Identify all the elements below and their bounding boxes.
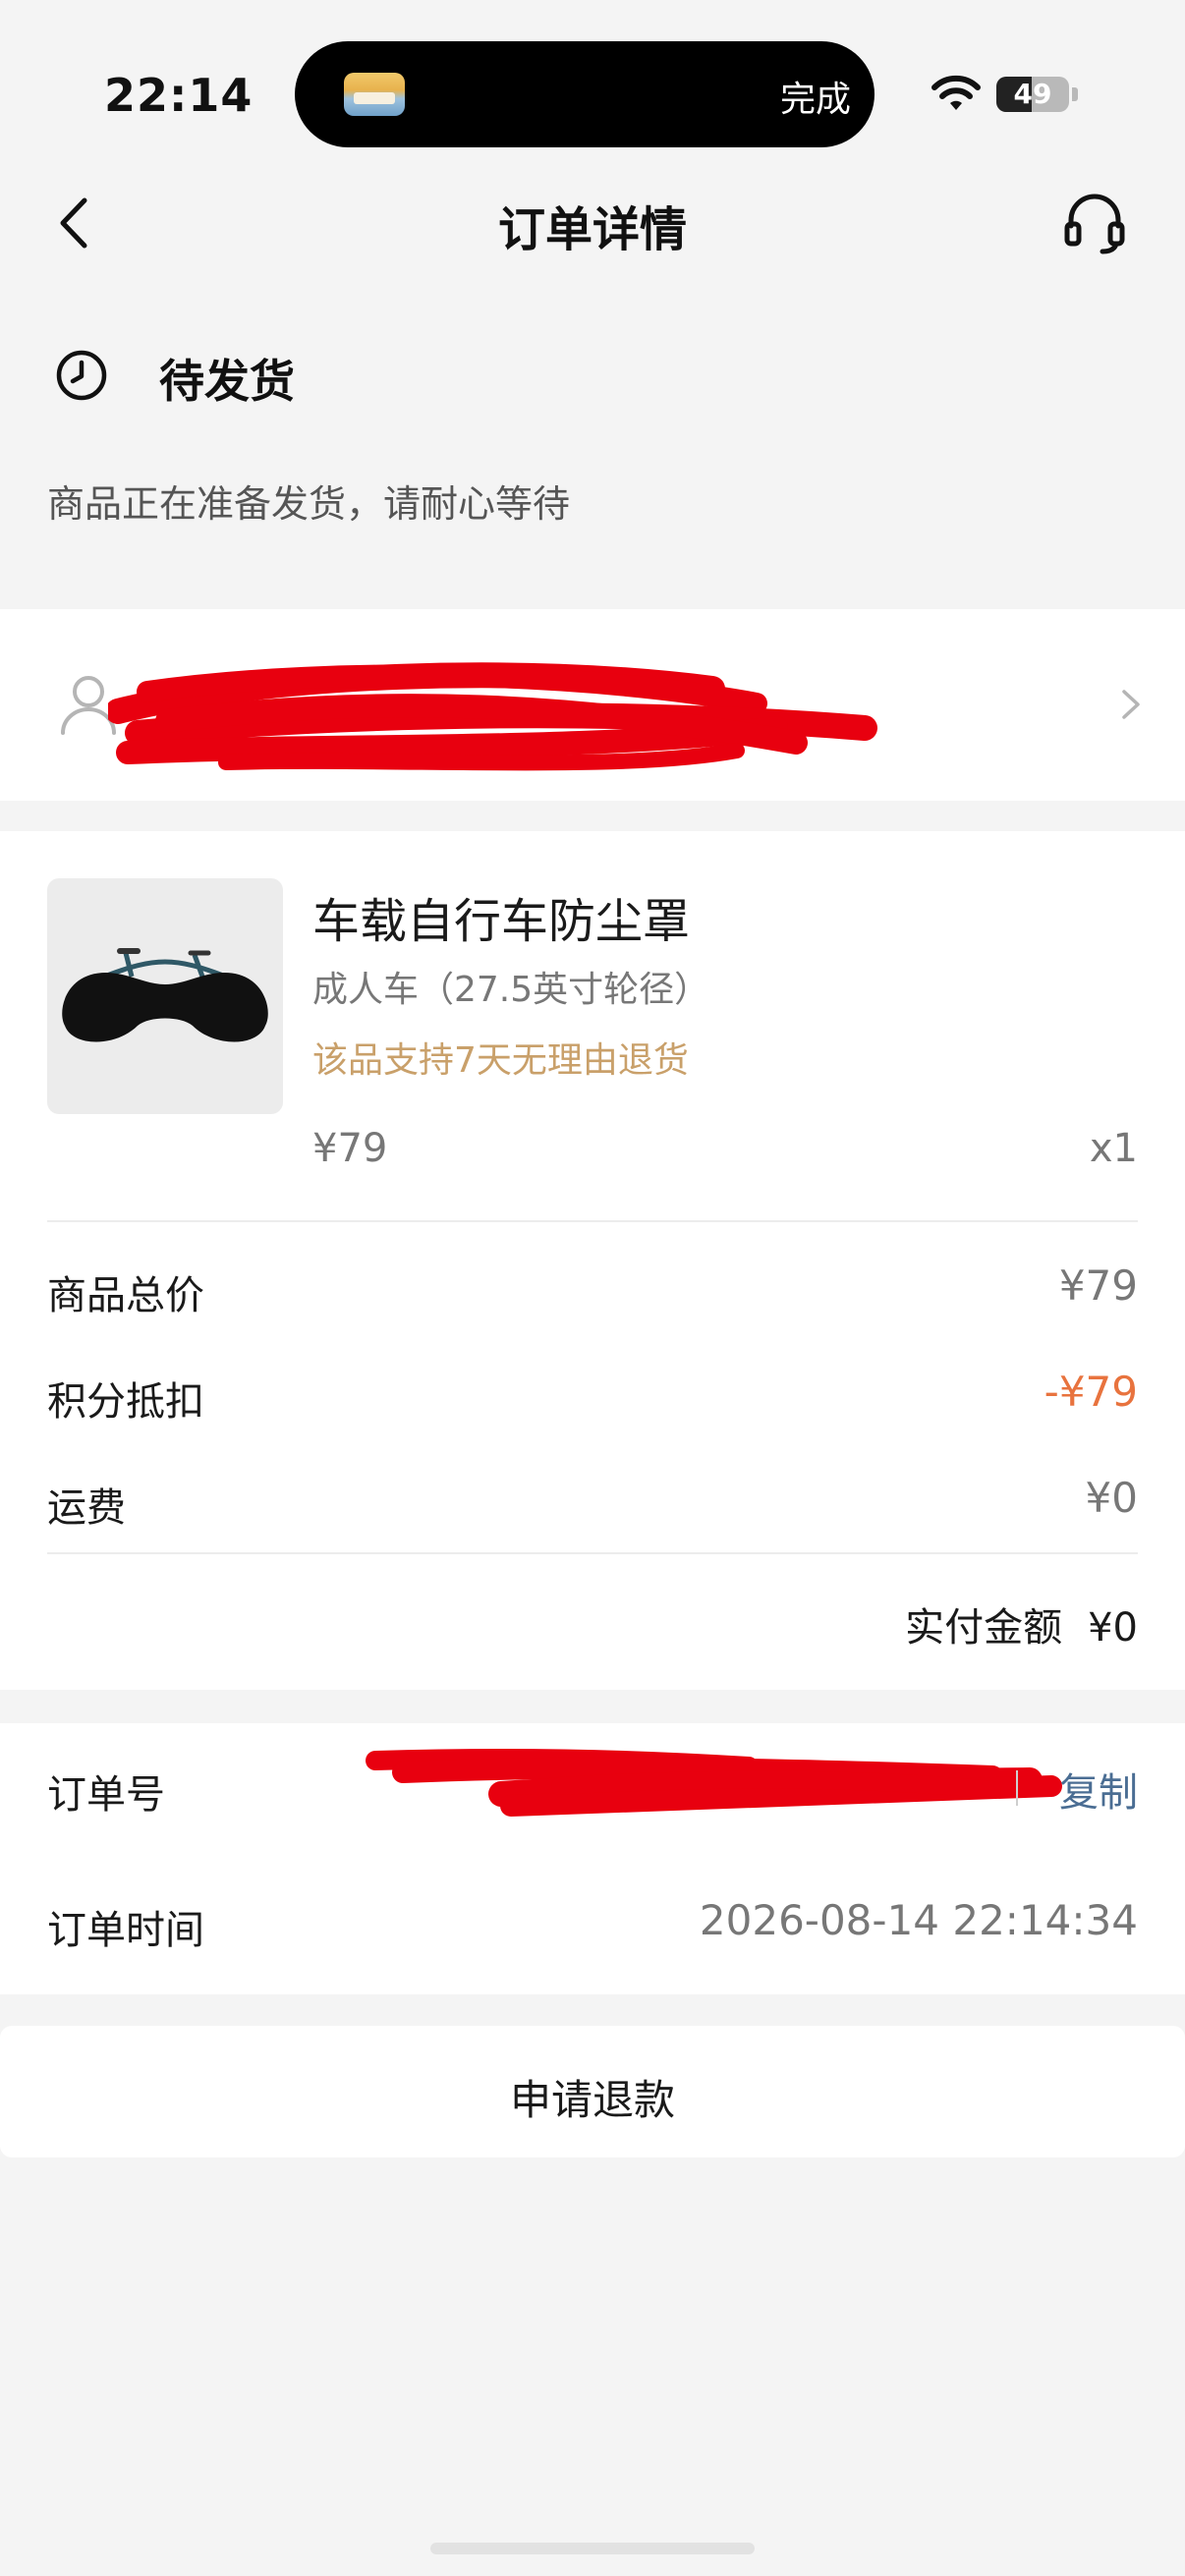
- points-deduction-value: -¥79: [1044, 1368, 1138, 1416]
- address-card[interactable]: [0, 609, 1185, 801]
- battery-cap: [1072, 87, 1078, 101]
- refund-button[interactable]: 申请退款: [0, 2026, 1185, 2157]
- bike-cover-icon: [62, 948, 268, 1042]
- separator: [1016, 1770, 1018, 1806]
- amount-paid-label: 实付金额: [905, 1605, 1063, 1651]
- subtotal-value: ¥79: [1058, 1261, 1138, 1310]
- order-time-value: 2026-08-14 22:14:34: [699, 1896, 1138, 1944]
- page-title: 订单详情: [497, 202, 687, 257]
- copy-button[interactable]: 复制: [1059, 1761, 1138, 1818]
- divider: [47, 1552, 1138, 1554]
- order-number-label: 订单号: [47, 1772, 165, 1818]
- order-status-title: 待发货: [159, 355, 295, 408]
- redaction-scribble: [108, 662, 877, 771]
- return-policy: 该品支持7天无理由退货: [312, 1040, 689, 1081]
- points-deduction-label: 积分抵扣: [47, 1379, 204, 1425]
- product-card: 车载自行车防尘罩 成人车（27.5英寸轮径） 该品支持7天无理由退货 ¥79 x…: [0, 831, 1185, 1690]
- clock-icon: [56, 350, 107, 401]
- status-time: 22:14: [104, 69, 254, 122]
- order-info-card: 订单号 复制 订单时间 2026-08-14 22:14:34: [0, 1723, 1185, 1994]
- home-indicator[interactable]: [430, 2543, 755, 2554]
- product-price: ¥79: [312, 1126, 388, 1171]
- refund-button-label: 申请退款: [509, 2076, 675, 2124]
- battery-icon: 49: [996, 77, 1069, 112]
- island-done-label[interactable]: 完成: [780, 71, 851, 122]
- battery-percent: 49: [1013, 78, 1052, 110]
- chevron-right-icon: [1122, 690, 1140, 719]
- divider: [47, 1220, 1138, 1222]
- product-quantity: x1: [1089, 1126, 1138, 1171]
- product-spec: 成人车（27.5英寸轮径）: [312, 970, 710, 1010]
- app-thumbnail-icon: [344, 73, 405, 116]
- amount-paid-value: ¥0: [1088, 1605, 1138, 1651]
- nav-bar: 订单详情: [0, 167, 1185, 285]
- wifi-icon: [931, 75, 981, 110]
- dynamic-island[interactable]: 完成: [295, 41, 875, 147]
- shipping-label: 运费: [47, 1485, 126, 1531]
- order-status-description: 商品正在准备发货，请耐心等待: [47, 482, 571, 526]
- product-image[interactable]: [47, 878, 283, 1114]
- amount-paid: 实付金额 ¥0: [905, 1596, 1138, 1652]
- headset-icon[interactable]: [1059, 187, 1130, 257]
- status-bar: 22:14 完成 49: [0, 0, 1185, 167]
- subtotal-label: 商品总价: [47, 1273, 204, 1318]
- person-icon: [61, 676, 116, 735]
- redaction-scribble: [366, 1749, 1062, 1817]
- order-time-label: 订单时间: [47, 1908, 204, 1953]
- product-name[interactable]: 车载自行车防尘罩: [312, 882, 690, 951]
- shipping-value: ¥0: [1085, 1474, 1138, 1522]
